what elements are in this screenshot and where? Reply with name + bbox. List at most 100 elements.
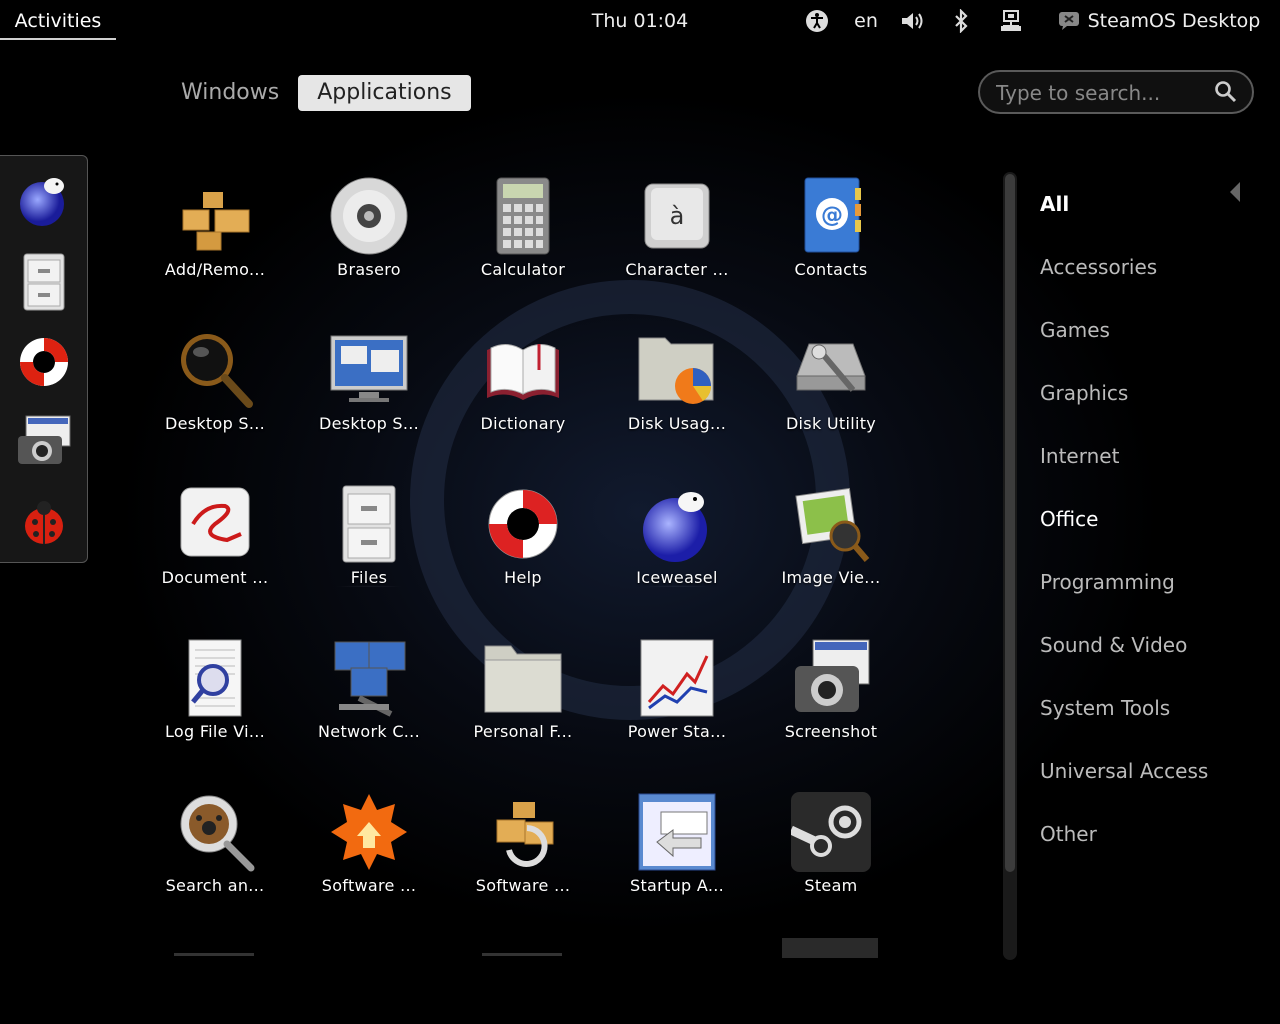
category-accessories[interactable]: Accessories	[1040, 247, 1157, 287]
app-label: Network C...	[318, 722, 420, 741]
search-icon[interactable]	[1214, 80, 1238, 104]
app-software-update[interactable]: Software ...	[304, 792, 434, 942]
lifebuoy-icon	[20, 338, 68, 386]
volume-icon[interactable]	[898, 0, 928, 42]
character-map-icon: à	[644, 183, 710, 249]
file-cabinet-icon	[342, 485, 396, 563]
lifebuoy-icon	[488, 489, 558, 559]
hard-disk-icon	[796, 343, 866, 392]
accessibility-icon[interactable]	[802, 0, 832, 42]
app-label: Calculator	[480, 260, 566, 279]
address-book-icon: @	[804, 177, 861, 253]
app-dictionary[interactable]: Dictionary	[458, 330, 588, 480]
steam-icon	[791, 792, 871, 872]
category-other[interactable]: Other	[1040, 814, 1097, 854]
document-viewer-icon	[180, 487, 250, 557]
app-help[interactable]: Help	[458, 484, 588, 634]
category-games[interactable]: Games	[1040, 310, 1110, 350]
app-label: Document ...	[161, 568, 269, 587]
app-log-file-viewer[interactable]: Log File Vi...	[150, 638, 280, 788]
dash	[0, 155, 88, 563]
app-files[interactable]: Files	[304, 484, 434, 634]
network-icon	[334, 641, 406, 717]
dash-item-files[interactable]	[10, 248, 78, 316]
app-image-viewer[interactable]: Image Vie...	[766, 484, 896, 634]
app-disk-usage[interactable]: Disk Usag...	[612, 330, 742, 480]
partial-app-icon	[782, 938, 878, 958]
disc-icon	[330, 177, 408, 255]
camera-icon	[795, 639, 870, 712]
app-power-statistics[interactable]: Power Sta...	[612, 638, 742, 788]
app-search-and-index[interactable]: Search an...	[150, 792, 280, 942]
app-add-remove[interactable]: Add/Remo...	[150, 176, 280, 326]
category-graphics[interactable]: Graphics	[1040, 373, 1128, 413]
category-system-tools[interactable]: System Tools	[1040, 688, 1170, 728]
scrollbar-thumb[interactable]	[1005, 174, 1015, 872]
app-label: Software ...	[475, 876, 571, 895]
app-label: Brasero	[337, 260, 401, 279]
dash-item-help[interactable]	[10, 328, 78, 396]
app-brasero[interactable]: Brasero	[304, 176, 434, 326]
app-label: Disk Utility	[785, 414, 877, 433]
app-label: Character ...	[625, 260, 729, 279]
app-screenshot[interactable]: Screenshot	[766, 638, 896, 788]
app-label: Image Vie...	[781, 568, 881, 587]
overview: Windows Applications Add/Remo... Brasero	[0, 42, 1280, 1024]
search-input[interactable]	[994, 78, 1208, 108]
user-menu[interactable]: SteamOS Desktop	[1044, 0, 1274, 42]
clock[interactable]: Thu 01:04	[592, 10, 688, 32]
app-label: Screenshot	[784, 722, 878, 741]
activities-button[interactable]: Activities	[0, 0, 116, 40]
dash-item-screenshot[interactable]	[10, 408, 78, 476]
app-personal-folder[interactable]: Personal F...	[458, 638, 588, 788]
svg-text:à: à	[670, 202, 685, 230]
app-contacts[interactable]: @ Contacts	[766, 176, 896, 326]
app-iceweasel[interactable]: Iceweasel	[612, 484, 742, 634]
ladybug-icon	[25, 501, 63, 544]
language-indicator[interactable]: en	[846, 0, 886, 42]
dash-item-bug-reporter[interactable]	[10, 488, 78, 556]
app-desktop-search[interactable]: Desktop S...	[150, 330, 280, 480]
app-label: Dictionary	[480, 414, 566, 433]
app-label: Search an...	[165, 876, 265, 895]
app-startup-applications[interactable]: Startup A...	[612, 792, 742, 942]
book-icon	[487, 344, 559, 400]
app-grid-scrollbar[interactable]	[1003, 172, 1017, 960]
category-internet[interactable]: Internet	[1040, 436, 1119, 476]
app-disk-utility[interactable]: Disk Utility	[766, 330, 896, 480]
app-label: Add/Remo...	[164, 260, 266, 279]
category-sound-video[interactable]: Sound & Video	[1040, 625, 1187, 665]
top-bar: Activities Thu 01:04 en SteamOS Desktop	[0, 0, 1280, 42]
app-desktop-sharing[interactable]: Desktop S...	[304, 330, 434, 480]
tab-applications[interactable]: Applications	[298, 75, 471, 111]
partial-app-icon	[174, 938, 254, 958]
folder-pie-icon	[638, 337, 714, 404]
app-label: Startup A...	[630, 876, 724, 895]
app-label: Power Sta...	[627, 722, 727, 741]
app-character-map[interactable]: à Character ...	[612, 176, 742, 326]
monitor-icon	[330, 335, 408, 402]
app-label: Desktop S...	[164, 414, 266, 433]
bluetooth-icon[interactable]	[946, 0, 976, 42]
category-programming[interactable]: Programming	[1040, 562, 1175, 602]
app-document-viewer[interactable]: Document ...	[150, 484, 280, 634]
globe-icon	[20, 178, 64, 226]
tab-windows[interactable]: Windows	[166, 75, 294, 111]
network-wired-icon[interactable]	[996, 0, 1026, 42]
app-software-sources[interactable]: Software ...	[458, 792, 588, 942]
software-update-icon	[331, 794, 407, 870]
category-all[interactable]: All	[1040, 184, 1069, 224]
app-calculator[interactable]: Calculator	[458, 176, 588, 326]
category-universal-access[interactable]: Universal Access	[1040, 751, 1208, 791]
dash-item-iceweasel[interactable]	[10, 166, 78, 234]
image-viewer-icon	[795, 487, 870, 562]
app-label: Files	[304, 568, 434, 587]
app-network-connections[interactable]: Network C...	[304, 638, 434, 788]
app-label: Desktop S...	[318, 414, 420, 433]
category-office[interactable]: Office	[1040, 499, 1098, 539]
log-file-icon	[188, 639, 242, 717]
app-steam[interactable]: Steam	[766, 792, 896, 942]
app-label: Contacts	[794, 260, 868, 279]
startup-icon	[638, 793, 716, 871]
chart-icon	[640, 639, 714, 717]
